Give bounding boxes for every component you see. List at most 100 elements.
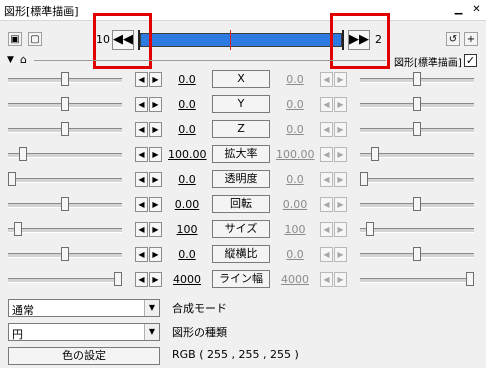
slider-thumb[interactable] <box>61 97 69 111</box>
slider-thumb[interactable] <box>61 72 69 86</box>
end-value[interactable]: 0.0 <box>276 248 314 261</box>
decrease-right-icon[interactable]: ◀ <box>320 147 333 162</box>
start-value[interactable]: 4000 <box>168 273 206 286</box>
increase-right-icon[interactable]: ▶ <box>334 97 347 112</box>
right-value-slider[interactable] <box>360 197 474 211</box>
slider-thumb[interactable] <box>18 147 27 161</box>
decrease-left-icon[interactable]: ◀ <box>135 147 148 162</box>
left-value-slider[interactable] <box>8 197 122 211</box>
end-value[interactable]: 0.0 <box>276 123 314 136</box>
add-filter-icon[interactable]: + <box>464 32 478 46</box>
decrease-right-icon[interactable]: ◀ <box>320 72 333 87</box>
color-settings-button[interactable]: 色の設定 <box>8 347 160 365</box>
left-value-slider[interactable] <box>8 122 122 136</box>
end-value[interactable]: 100 <box>276 223 314 236</box>
parameter-button[interactable]: ライン幅 <box>212 270 270 288</box>
decrease-left-icon[interactable]: ◀ <box>135 247 148 262</box>
slider-thumb[interactable] <box>114 272 122 286</box>
current-frame-marker[interactable] <box>230 30 231 50</box>
right-value-slider[interactable] <box>360 147 474 161</box>
increase-right-icon[interactable]: ▶ <box>334 122 347 137</box>
parameter-button[interactable]: 縦横比 <box>212 245 270 263</box>
slider-thumb[interactable] <box>14 222 23 236</box>
timeline-seekbar[interactable] <box>138 30 344 50</box>
decrease-right-icon[interactable]: ◀ <box>320 247 333 262</box>
close-icon[interactable]: ✕ <box>470 3 483 16</box>
end-value[interactable]: 0.00 <box>276 198 314 211</box>
slider-thumb[interactable] <box>413 122 421 136</box>
collapse-triangle-icon[interactable]: ▼ <box>7 55 14 65</box>
parameter-button[interactable]: 回転 <box>212 195 270 213</box>
left-value-slider[interactable] <box>8 247 122 261</box>
end-value[interactable]: 100.00 <box>276 148 315 161</box>
start-value[interactable]: 100.00 <box>168 148 207 161</box>
slider-thumb[interactable] <box>61 197 69 211</box>
decrease-right-icon[interactable]: ◀ <box>320 197 333 212</box>
blend-mode-select[interactable]: 通常 ▼ <box>8 299 160 317</box>
increase-left-icon[interactable]: ▶ <box>149 247 162 262</box>
parameter-button[interactable]: サイズ <box>212 220 270 238</box>
increase-right-icon[interactable]: ▶ <box>334 72 347 87</box>
decrease-left-icon[interactable]: ◀ <box>135 197 148 212</box>
left-value-slider[interactable] <box>8 72 122 86</box>
slider-thumb[interactable] <box>61 247 69 261</box>
minimize-icon[interactable]: ▁ <box>452 3 465 16</box>
slider-thumb[interactable] <box>8 172 16 186</box>
image-icon[interactable]: ▢ <box>28 32 42 46</box>
parameter-button[interactable]: Z <box>212 120 270 138</box>
start-value[interactable]: 0.0 <box>168 248 206 261</box>
slider-thumb[interactable] <box>360 172 368 186</box>
end-value[interactable]: 0.0 <box>276 173 314 186</box>
left-value-slider[interactable] <box>8 97 122 111</box>
increase-right-icon[interactable]: ▶ <box>334 147 347 162</box>
parameter-button[interactable]: Y <box>212 95 270 113</box>
decrease-left-icon[interactable]: ◀ <box>135 172 148 187</box>
decrease-right-icon[interactable]: ◀ <box>320 97 333 112</box>
start-value[interactable]: 0.0 <box>168 173 206 186</box>
left-value-slider[interactable] <box>8 272 122 286</box>
decrease-right-icon[interactable]: ◀ <box>320 172 333 187</box>
slider-thumb[interactable] <box>61 122 69 136</box>
increase-left-icon[interactable]: ▶ <box>149 172 162 187</box>
shape-type-select[interactable]: 円 ▼ <box>8 323 160 341</box>
right-value-slider[interactable] <box>360 222 474 236</box>
decrease-left-icon[interactable]: ◀ <box>135 272 148 287</box>
decrease-left-icon[interactable]: ◀ <box>135 222 148 237</box>
slider-thumb[interactable] <box>413 247 421 261</box>
increase-right-icon[interactable]: ▶ <box>334 272 347 287</box>
right-value-slider[interactable] <box>360 172 474 186</box>
increase-right-icon[interactable]: ▶ <box>334 247 347 262</box>
decrease-left-icon[interactable]: ◀ <box>135 122 148 137</box>
increase-left-icon[interactable]: ▶ <box>149 222 162 237</box>
increase-left-icon[interactable]: ▶ <box>149 147 162 162</box>
parameter-button[interactable]: 拡大率 <box>212 145 270 163</box>
right-value-slider[interactable] <box>360 247 474 261</box>
start-value[interactable]: 0.0 <box>168 98 206 111</box>
slider-thumb[interactable] <box>413 72 421 86</box>
left-value-slider[interactable] <box>8 172 122 186</box>
prev-keyframe-button[interactable]: ◀◀ <box>112 30 134 50</box>
decrease-right-icon[interactable]: ◀ <box>320 272 333 287</box>
end-value[interactable]: 0.0 <box>276 98 314 111</box>
increase-left-icon[interactable]: ▶ <box>149 97 162 112</box>
left-value-slider[interactable] <box>8 222 122 236</box>
slider-thumb[interactable] <box>413 197 421 211</box>
start-value[interactable]: 100 <box>168 223 206 236</box>
end-value[interactable]: 4000 <box>276 273 314 286</box>
slider-thumb[interactable] <box>366 222 375 236</box>
chevron-down-icon[interactable]: ▼ <box>144 324 159 340</box>
increase-left-icon[interactable]: ▶ <box>149 197 162 212</box>
decrease-right-icon[interactable]: ◀ <box>320 122 333 137</box>
decrease-left-icon[interactable]: ◀ <box>135 97 148 112</box>
right-value-slider[interactable] <box>360 97 474 111</box>
increase-left-icon[interactable]: ▶ <box>149 72 162 87</box>
decrease-left-icon[interactable]: ◀ <box>135 72 148 87</box>
start-value[interactable]: 0.00 <box>168 198 206 211</box>
left-value-slider[interactable] <box>8 147 122 161</box>
refresh-icon[interactable]: ↺ <box>446 32 460 46</box>
parameter-button[interactable]: 透明度 <box>212 170 270 188</box>
slider-thumb[interactable] <box>466 272 474 286</box>
right-value-slider[interactable] <box>360 272 474 286</box>
parameter-button[interactable]: X <box>212 70 270 88</box>
end-value[interactable]: 0.0 <box>276 73 314 86</box>
